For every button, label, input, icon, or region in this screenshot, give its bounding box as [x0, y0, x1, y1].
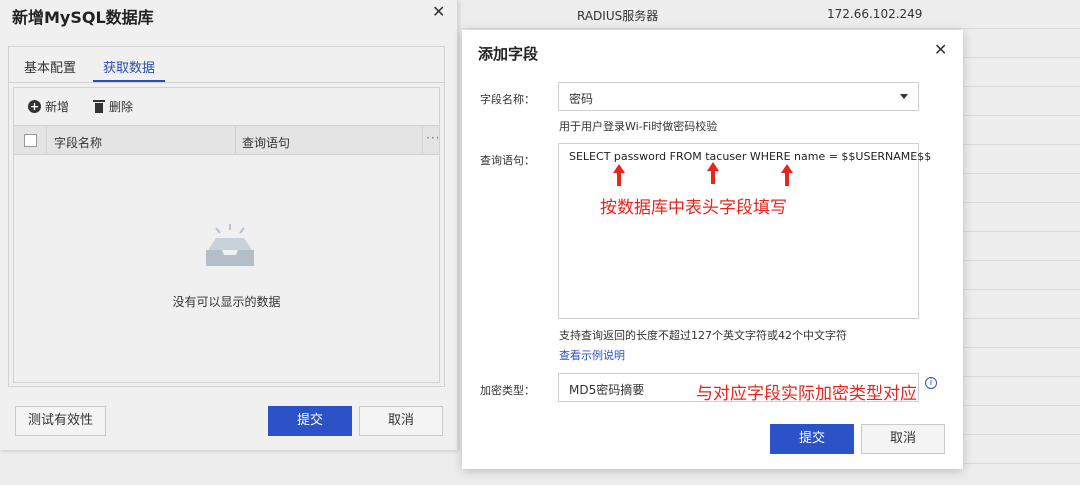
- chevron-down-icon: [900, 94, 908, 99]
- column-separator: [46, 126, 47, 154]
- tab-container: 基本配置 获取数据 + 新增 删除 字段名称 查询语句 ··· 没有可以显示的数…: [8, 46, 445, 387]
- submit-button[interactable]: 提交: [770, 424, 854, 454]
- delete-field-label: 删除: [109, 100, 134, 114]
- info-icon[interactable]: i: [925, 377, 937, 389]
- submit-button[interactable]: 提交: [268, 406, 352, 436]
- empty-state-text: 没有可以显示的数据: [172, 295, 281, 309]
- tab-divider: [9, 82, 444, 83]
- cancel-button[interactable]: 取消: [359, 406, 443, 436]
- column-header-query[interactable]: 查询语句: [242, 134, 290, 151]
- encrypt-type-label: 加密类型：: [480, 384, 535, 397]
- dialog-title: 添加字段: [478, 45, 539, 63]
- server-type-cell: RADIUS服务器: [577, 9, 659, 23]
- add-field-label: 新增: [45, 100, 70, 114]
- tab-active-indicator: [93, 80, 165, 82]
- column-separator: [235, 126, 236, 154]
- tab-fetch-data[interactable]: 获取数据: [103, 57, 155, 76]
- annotation-arrow: [781, 164, 793, 186]
- encrypt-type-value: MD5密码摘要: [569, 383, 645, 397]
- grid-header: 字段名称 查询语句 ···: [14, 125, 439, 155]
- annotation-arrow: [707, 162, 719, 184]
- delete-field-button[interactable]: 删除: [93, 98, 133, 115]
- plus-circle-icon: +: [28, 100, 41, 113]
- field-name-hint: 用于用户登录Wi-Fi时做密码校验: [559, 120, 718, 133]
- query-value: SELECT password FROM tacuser WHERE name …: [569, 150, 932, 163]
- cancel-button[interactable]: 取消: [861, 424, 945, 454]
- select-all-checkbox[interactable]: [24, 134, 37, 147]
- add-field-dialog: 添加字段 ✕ 字段名称： 密码 用于用户登录Wi-Fi时做密码校验 查询语句： …: [462, 30, 963, 469]
- table-row[interactable]: RADIUS服务器 172.66.102.249: [462, 0, 1080, 29]
- field-name-value: 密码: [569, 92, 594, 106]
- server-ip-cell: 172.66.102.249: [827, 7, 923, 21]
- close-icon[interactable]: ✕: [934, 42, 947, 58]
- tab-basic-config[interactable]: 基本配置: [24, 57, 76, 76]
- trash-icon: [93, 100, 105, 113]
- field-name-label: 字段名称：: [480, 93, 535, 106]
- dialog-title: 新增MySQL数据库: [12, 8, 154, 27]
- test-validity-button[interactable]: 测试有效性: [15, 406, 106, 436]
- column-header-field-name[interactable]: 字段名称: [54, 134, 102, 151]
- close-icon[interactable]: ✕: [432, 4, 445, 20]
- column-separator: [422, 126, 423, 154]
- more-options-icon[interactable]: ···: [426, 131, 440, 145]
- query-label: 查询语句：: [480, 154, 535, 167]
- annotation-arrow: [613, 164, 625, 186]
- query-annotation: 按数据库中表头字段填写: [600, 198, 787, 218]
- field-list-panel: + 新增 删除 字段名称 查询语句 ··· 没有可以显示的数据: [13, 87, 440, 383]
- encrypt-annotation: 与对应字段实际加密类型对应: [696, 384, 917, 404]
- add-field-button[interactable]: + 新增: [28, 98, 69, 115]
- view-example-link[interactable]: 查看示例说明: [559, 347, 625, 363]
- query-length-hint: 支持查询返回的长度不超过127个英文字符或42个中文字符: [559, 329, 847, 342]
- add-mysql-dialog: 新增MySQL数据库 ✕ 基本配置 获取数据 + 新增 删除 字段名称 查询语句: [0, 0, 458, 450]
- field-name-select[interactable]: 密码: [558, 82, 919, 111]
- empty-inbox-icon: [206, 224, 254, 266]
